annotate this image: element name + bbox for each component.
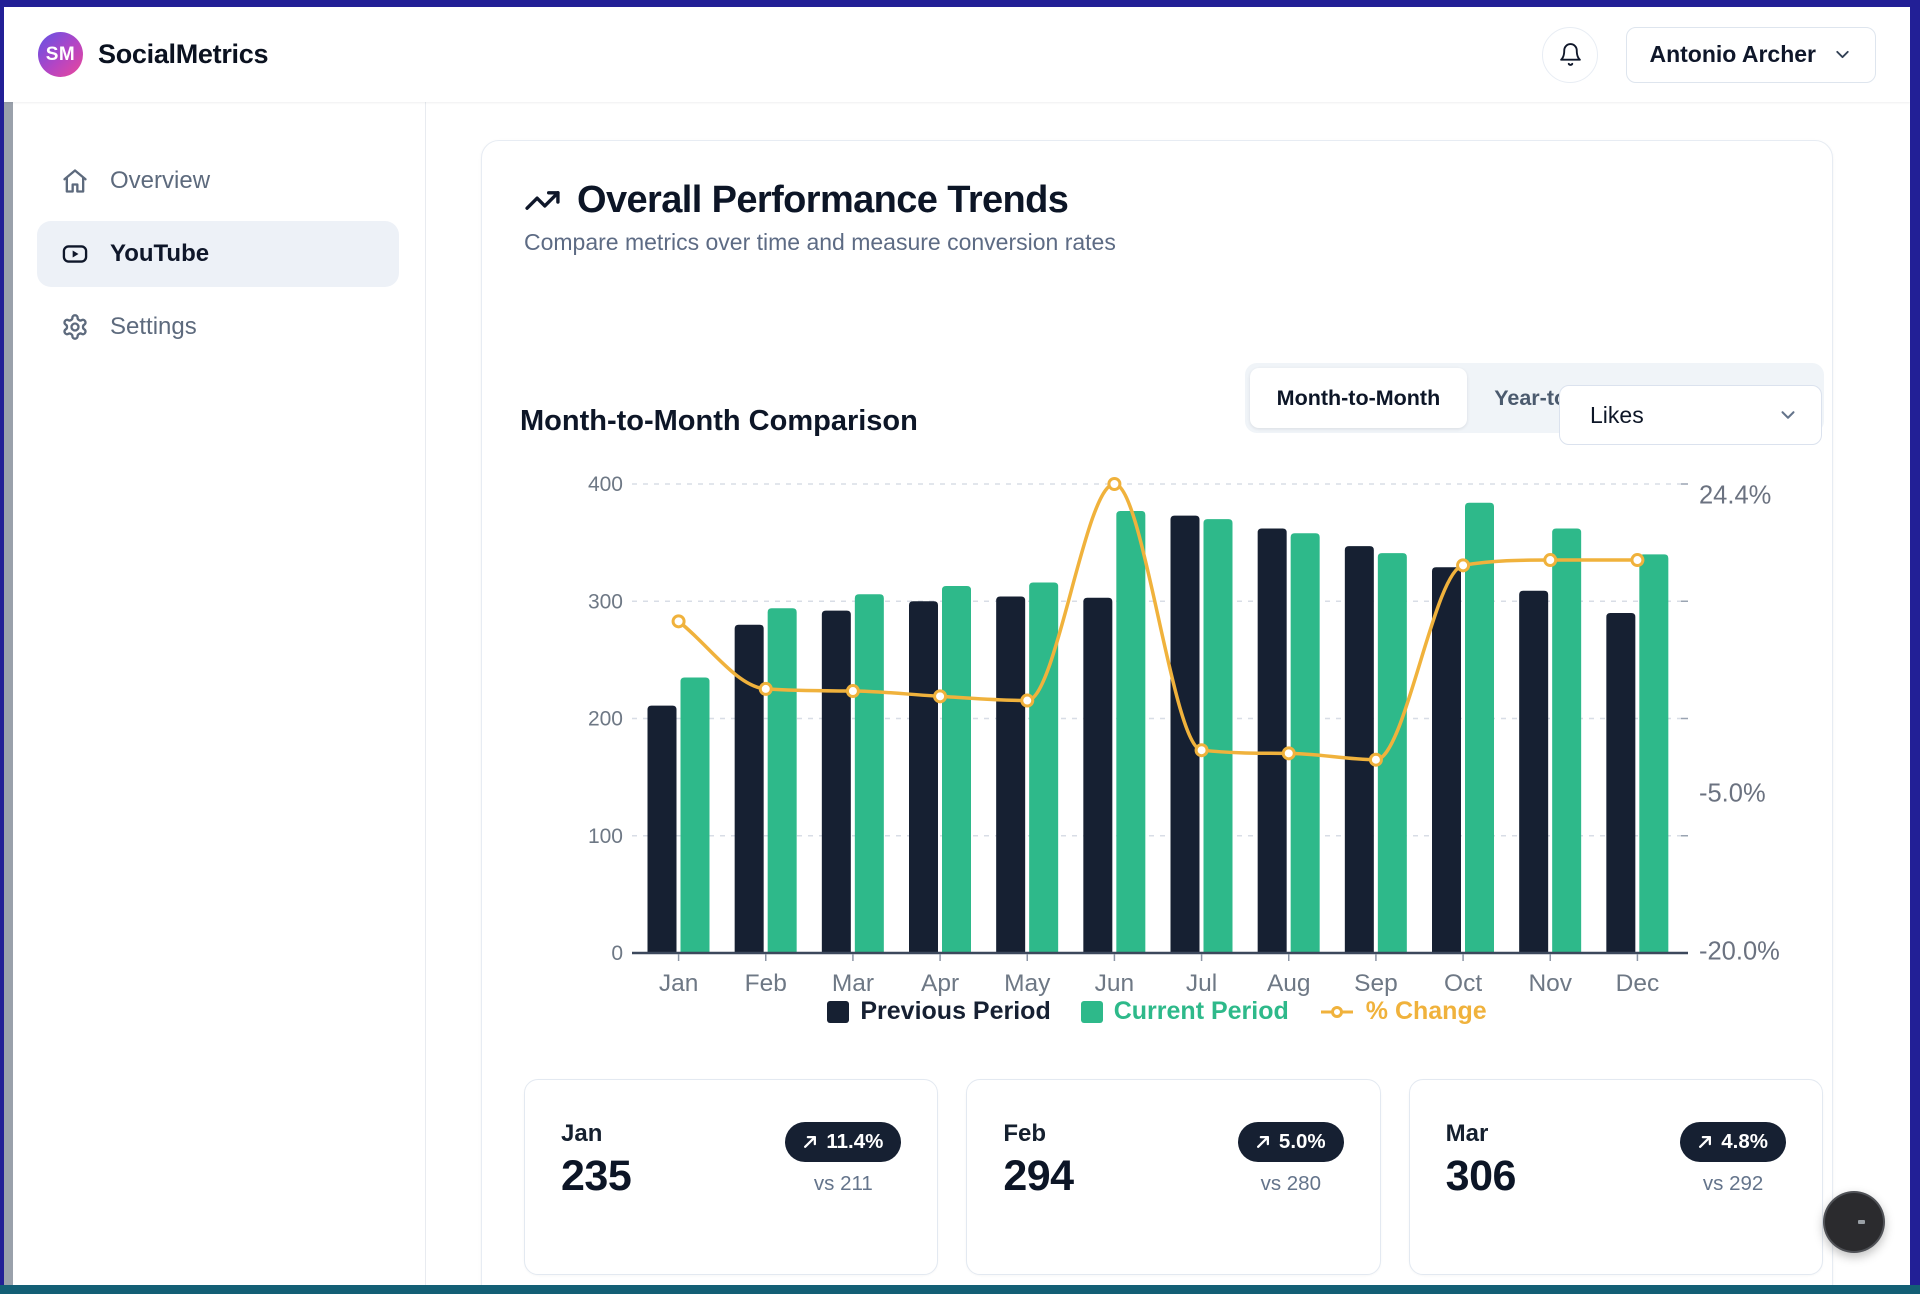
brand: SM SocialMetrics [38,32,268,77]
notifications-button[interactable] [1542,27,1598,83]
svg-text:Feb: Feb [745,970,787,997]
home-icon [61,167,89,195]
stat-vs: vs 292 [1703,1172,1763,1196]
legend-swatch-previous [827,1001,849,1023]
sidebar-item-overview[interactable]: Overview [37,148,399,214]
page-border-bottom [0,1285,1920,1294]
svg-text:Jun: Jun [1095,970,1135,997]
stat-vs: vs 280 [1261,1172,1321,1196]
svg-text:400: 400 [588,473,623,496]
legend-label: % Change [1366,997,1487,1026]
metric-select-value: Likes [1590,402,1644,429]
legend-current-period[interactable]: Current Period [1081,997,1289,1026]
sidebar-item-label: YouTube [110,240,209,268]
section-title: Month-to-Month Comparison [520,405,918,438]
page-border-top [0,0,1920,7]
sidebar: Overview YouTube Settings [4,102,426,1285]
sidebar-item-label: Settings [110,313,197,341]
chart-legend: Previous Period Current Period % Change [482,997,1832,1026]
stat-cards: Jan 235 11.4% vs 211 Feb 29 [524,1079,1823,1275]
stat-value: 306 [1446,1152,1516,1201]
bell-icon [1558,42,1583,67]
page-border-right [1910,0,1920,1294]
svg-text:300: 300 [588,590,623,613]
legend-line-icon [1319,1004,1355,1020]
svg-text:Apr: Apr [921,970,959,997]
svg-text:100: 100 [588,825,623,848]
brand-logo: SM [38,32,83,77]
legend-pct-change[interactable]: % Change [1319,997,1487,1026]
youtube-icon [61,240,89,268]
stat-card-feb[interactable]: Feb 294 5.0% vs 280 [966,1079,1380,1275]
stat-value: 235 [561,1152,631,1201]
svg-text:200: 200 [588,708,623,731]
arrow-up-right-icon [1256,1135,1270,1149]
svg-text:Jul: Jul [1186,970,1217,997]
performance-panel: Overall Performance Trends Compare metri… [481,140,1833,1294]
stat-month: Jan [561,1120,602,1148]
app-root: SM SocialMetrics Antonio Archer [0,0,1920,1294]
vertical-scrollbar[interactable] [4,102,13,1285]
stat-month: Mar [1446,1120,1489,1148]
stat-month: Feb [1003,1120,1046,1148]
svg-text:Oct: Oct [1444,970,1482,997]
legend-label: Current Period [1114,997,1289,1026]
app-header: SM SocialMetrics Antonio Archer [4,7,1910,102]
trending-up-icon [524,182,561,219]
header-actions: Antonio Archer [1542,27,1876,83]
arrow-up-right-icon [1698,1135,1712,1149]
svg-text:Mar: Mar [832,970,874,997]
change-badge: 5.0% [1238,1122,1344,1162]
sidebar-item-youtube[interactable]: YouTube [37,221,399,287]
sidebar-item-settings[interactable]: Settings [37,294,399,360]
sidebar-item-label: Overview [110,167,210,195]
arrow-up-right-icon [803,1135,817,1149]
stat-card-mar[interactable]: Mar 306 4.8% vs 292 [1409,1079,1823,1275]
user-menu-button[interactable]: Antonio Archer [1626,27,1876,83]
svg-text:Aug: Aug [1267,970,1311,997]
page-subtitle: Compare metrics over time and measure co… [524,229,1116,256]
chevron-down-icon [1832,44,1853,65]
svg-text:24.4%: 24.4% [1699,482,1771,510]
svg-text:Nov: Nov [1528,970,1572,997]
comparison-chart[interactable]: 0 100 200 300 400 24.4% -5.0% -20.0% Jan Feb Mar Ap… [482,461,1834,1046]
svg-text:0: 0 [611,942,623,965]
gear-icon [61,313,89,341]
svg-text:Dec: Dec [1616,970,1660,997]
metric-select[interactable]: Likes [1559,385,1822,445]
page-title: Overall Performance Trends [577,179,1068,222]
svg-text:-20.0%: -20.0% [1699,938,1780,966]
panel-title-row: Overall Performance Trends [524,179,1068,222]
chevron-down-icon [1777,404,1799,426]
svg-text:Jan: Jan [659,970,699,997]
brand-name: SocialMetrics [98,39,268,70]
stat-value: 294 [1003,1152,1073,1201]
svg-text:May: May [1004,970,1051,997]
svg-text:-5.0%: -5.0% [1699,779,1766,807]
user-name: Antonio Archer [1649,41,1816,68]
legend-previous-period[interactable]: Previous Period [827,997,1050,1026]
tab-month-to-month[interactable]: Month-to-Month [1250,368,1468,428]
stat-vs: vs 211 [814,1172,873,1196]
page-border-left [0,0,4,1294]
stat-card-jan[interactable]: Jan 235 11.4% vs 211 [524,1079,938,1275]
legend-label: Previous Period [860,997,1050,1026]
legend-swatch-current [1081,1001,1103,1023]
change-badge: 4.8% [1680,1122,1786,1162]
floating-widget-button[interactable] [1823,1191,1885,1253]
change-badge: 11.4% [785,1122,901,1162]
svg-text:Sep: Sep [1354,970,1398,997]
